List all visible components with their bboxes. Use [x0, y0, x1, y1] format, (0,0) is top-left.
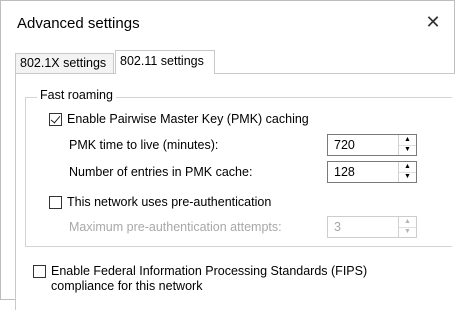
fips-label-line2[interactable]: compliance for this network: [51, 279, 202, 293]
fips-label-line1[interactable]: Enable Federal Information Processing St…: [51, 264, 367, 278]
tab-802-1x-settings[interactable]: 802.1X settings: [15, 53, 114, 73]
pmk-ttl-down-arrow-icon[interactable]: ▼: [399, 145, 416, 155]
pmk-entries-label: Number of entries in PMK cache:: [69, 165, 253, 179]
pmk-ttl-spin-buttons: ▲ ▼: [398, 135, 416, 155]
preauth-checkbox[interactable]: [49, 196, 62, 209]
pmk-entries-spin-buttons: ▲ ▼: [398, 162, 416, 182]
preauth-label[interactable]: This network uses pre-authentication: [67, 195, 271, 209]
pmk-ttl-label: PMK time to live (minutes):: [69, 138, 219, 152]
preauth-attempts-down-arrow-icon[interactable]: ▼: [399, 227, 416, 237]
preauth-attempts-spinbox[interactable]: 3 ▲ ▼: [327, 216, 417, 238]
fast-roaming-group-label: Fast roaming: [37, 88, 116, 102]
fips-checkbox[interactable]: [33, 265, 46, 278]
pmk-ttl-value[interactable]: 720: [334, 138, 355, 152]
title-bar: Advanced settings ✕: [1, 1, 455, 47]
pmk-ttl-spinbox[interactable]: 720 ▲ ▼: [327, 134, 417, 156]
preauth-attempts-spin-buttons: ▲ ▼: [398, 217, 416, 237]
pmk-entries-value[interactable]: 128: [334, 165, 355, 179]
close-icon[interactable]: ✕: [420, 9, 446, 35]
tab-802-11-settings[interactable]: 802.11 settings: [115, 50, 215, 74]
pmk-entries-down-arrow-icon[interactable]: ▼: [399, 172, 416, 182]
pmk-entries-spinbox[interactable]: 128 ▲ ▼: [327, 161, 417, 183]
pmk-caching-checkbox[interactable]: [49, 113, 62, 126]
dialog-title: Advanced settings: [17, 15, 140, 32]
preauth-attempts-label: Maximum pre-authentication attempts:: [69, 220, 282, 234]
advanced-settings-dialog: Advanced settings ✕ 802.1X settings 802.…: [0, 0, 455, 310]
pmk-caching-label[interactable]: Enable Pairwise Master Key (PMK) caching: [67, 112, 309, 126]
preauth-attempts-value[interactable]: 3: [334, 220, 341, 234]
